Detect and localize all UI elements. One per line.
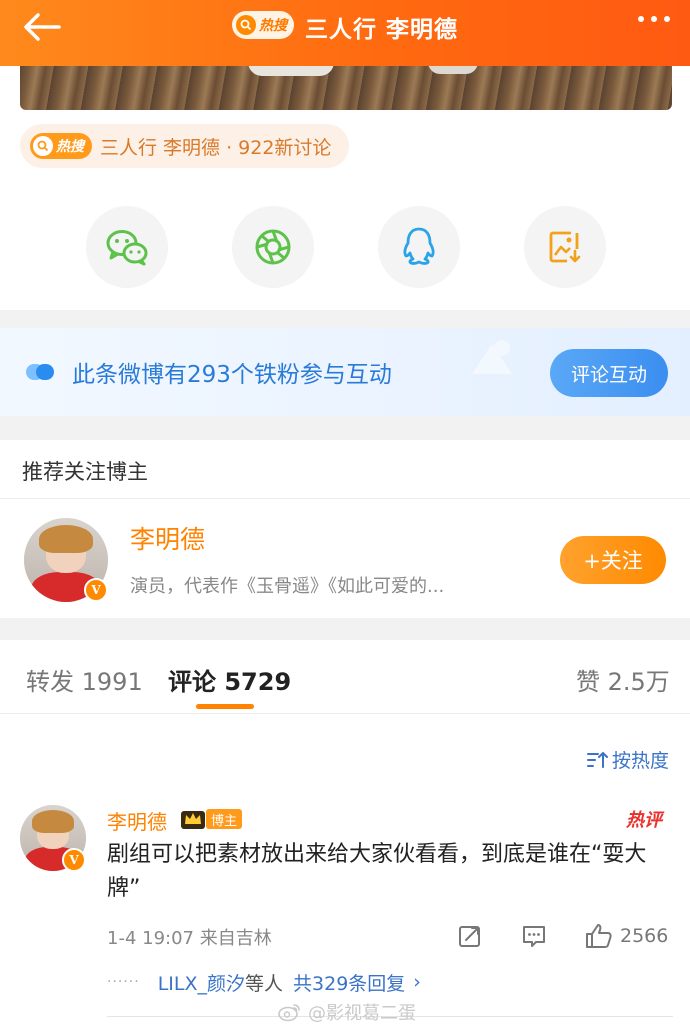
- verified-badge-icon: V: [84, 578, 108, 602]
- post-tabs: 转发 1991 评论 5729 赞 2.5万: [0, 640, 690, 714]
- repost-icon: [459, 926, 480, 947]
- tab-label: 评论: [168, 668, 216, 696]
- comment-location: 来自吉林: [199, 928, 272, 949]
- section-gap: [0, 416, 690, 440]
- share-moments-button[interactable]: [232, 206, 314, 288]
- iron-fans-banner[interactable]: 此条微博有293个铁粉参与互动 评论互动: [0, 328, 690, 416]
- reply-dots: ······: [107, 974, 140, 990]
- comment-interact-button[interactable]: 评论互动: [550, 349, 668, 397]
- wechat-icon: [106, 230, 148, 266]
- tab-comments[interactable]: 评论 5729: [168, 662, 291, 697]
- search-icon: [236, 15, 256, 35]
- tab-count: 2.5万: [607, 668, 670, 696]
- repost-comment-button[interactable]: [456, 922, 484, 950]
- crown-icon: [181, 811, 205, 829]
- tab-label: 转发: [26, 668, 74, 696]
- tab-count: 1991: [81, 668, 143, 696]
- page-title[interactable]: 三人行 李明德: [305, 10, 458, 44]
- tab-likes[interactable]: 赞 2.5万: [576, 662, 670, 697]
- sort-label: 按热度: [612, 750, 670, 772]
- chevron-right-icon: ›: [413, 971, 421, 993]
- thumbs-up-icon: [586, 924, 612, 948]
- page: 热搜 三人行 李明德 热搜 三人行 李明德 · 922新讨论 此条微博有293个…: [0, 0, 690, 1026]
- top-bar: 热搜 三人行 李明德: [0, 0, 690, 66]
- post-image-preview[interactable]: [20, 62, 672, 110]
- blogger-badge: 博主: [206, 809, 243, 829]
- watermark-text: @影视葛二蛋: [308, 1003, 416, 1024]
- avatar-hair: [39, 524, 93, 554]
- hot-search-badge: 热搜: [30, 133, 92, 159]
- back-arrow-icon: [24, 13, 61, 41]
- qq-icon: [403, 227, 435, 265]
- comment-icon: [523, 926, 545, 947]
- avatar-hair: [31, 810, 75, 833]
- more-options-button[interactable]: [638, 16, 670, 22]
- hot-search-label: 热搜: [56, 139, 84, 155]
- back-button[interactable]: [22, 12, 62, 42]
- share-wechat-button[interactable]: [86, 206, 168, 288]
- recommended-user-desc: 演员，代表作《玉骨遥》《如此可爱的...: [130, 576, 445, 597]
- like-count: 2566: [620, 925, 669, 947]
- hot-topic-text: 三人行 李明德 · 922新讨论: [100, 136, 332, 159]
- section-gap: [0, 618, 690, 640]
- iron-fans-text: 此条微博有293个铁粉参与互动: [72, 362, 392, 388]
- moments-icon: [255, 229, 291, 265]
- comment-text[interactable]: 剧组可以把素材放出来给大家伙看看，到底是谁在“耍大牌”: [107, 838, 673, 906]
- reply-count-link[interactable]: 共329条回复: [293, 969, 405, 996]
- iron-fans-icon: [26, 364, 54, 380]
- tab-count: 5729: [224, 668, 292, 696]
- verified-badge-icon: V: [62, 848, 86, 872]
- reply-mid-text: 等人: [245, 972, 284, 995]
- hot-search-label: 热搜: [259, 18, 287, 34]
- search-icon: [33, 136, 53, 156]
- like-comment-button[interactable]: 2566: [584, 922, 668, 950]
- decorative-icon: [472, 340, 512, 374]
- dot-icon: [651, 16, 657, 22]
- comment-meta: 1-4 19:07 来自吉林: [107, 924, 272, 950]
- hot-comment-badge: 热评: [626, 810, 662, 831]
- hot-topic-tag[interactable]: 热搜 三人行 李明德 · 922新讨论: [20, 124, 350, 168]
- replies-summary[interactable]: ······ LILX_颜汐 等人 共329条回复 ›: [107, 962, 673, 1002]
- comment-user-name[interactable]: 李明德: [107, 806, 167, 835]
- share-panel: 热搜 三人行 李明德 · 922新讨论: [0, 62, 690, 310]
- follow-button[interactable]: +关注: [560, 536, 666, 584]
- save-image-button[interactable]: [524, 206, 606, 288]
- recommended-user-name[interactable]: 李明德: [130, 520, 205, 556]
- section-gap: [0, 310, 690, 328]
- sort-icon: [587, 751, 608, 768]
- dot-icon: [664, 16, 670, 22]
- active-tab-indicator: [196, 704, 254, 709]
- share-qq-button[interactable]: [378, 206, 460, 288]
- sort-by-hot-button[interactable]: 按热度: [586, 746, 669, 773]
- save-image-icon: [549, 231, 581, 263]
- recommend-title: 推荐关注博主: [22, 460, 148, 484]
- recommended-user-card[interactable]: V 李明德 演员，代表作《玉骨遥》《如此可爱的... +关注: [0, 500, 690, 618]
- reply-comment-button[interactable]: [520, 922, 548, 950]
- reply-user-link[interactable]: LILX_颜汐: [158, 969, 245, 996]
- weibo-logo-icon: [278, 1004, 300, 1022]
- comment-time: 1-4 19:07: [107, 928, 194, 949]
- tab-repost[interactable]: 转发 1991: [26, 662, 143, 697]
- hot-search-badge: 热搜: [232, 11, 294, 39]
- tab-label: 赞: [576, 668, 600, 696]
- divider: [0, 498, 690, 499]
- watermark: @影视葛二蛋: [278, 999, 416, 1025]
- dot-icon: [638, 16, 644, 22]
